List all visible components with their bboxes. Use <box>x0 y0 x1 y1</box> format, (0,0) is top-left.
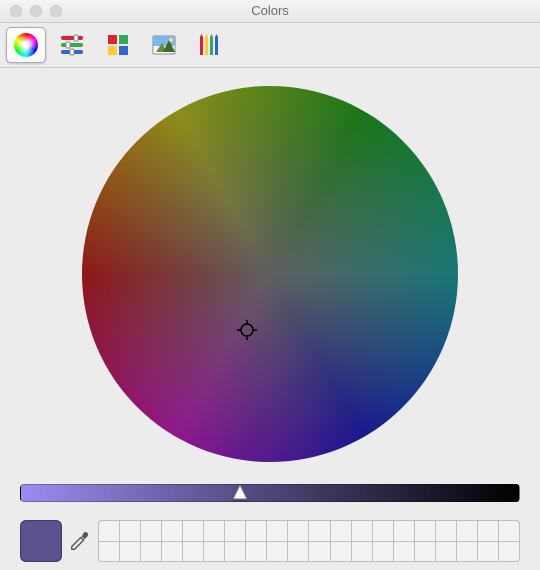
swatch-cell[interactable] <box>246 521 266 541</box>
tab-image-palettes[interactable] <box>144 27 184 63</box>
swatch-cell[interactable] <box>204 521 224 541</box>
swatch-cell[interactable] <box>225 521 245 541</box>
swatch-cell[interactable] <box>331 542 351 562</box>
swatch-cell[interactable] <box>246 542 266 562</box>
swatch-cell[interactable] <box>415 521 435 541</box>
swatch-cell[interactable] <box>225 542 245 562</box>
titlebar: Colors <box>0 0 540 23</box>
swatch-cell[interactable] <box>183 542 203 562</box>
image-icon <box>152 33 176 57</box>
swatch-row <box>20 520 520 562</box>
minimize-window-button[interactable] <box>30 5 42 17</box>
swatch-cell[interactable] <box>162 542 182 562</box>
swatch-cell[interactable] <box>436 542 456 562</box>
swatch-cell[interactable] <box>352 521 372 541</box>
swatch-cell[interactable] <box>415 542 435 562</box>
picker-mode-toolbar <box>0 23 540 68</box>
sliders-icon <box>60 33 84 57</box>
current-color-swatch[interactable] <box>20 520 62 562</box>
tab-color-sliders[interactable] <box>52 27 92 63</box>
window-title: Colors <box>0 0 540 22</box>
swatch-cell[interactable] <box>309 542 329 562</box>
swatch-cell[interactable] <box>267 542 287 562</box>
tab-pencils[interactable] <box>190 27 230 63</box>
color-wheel-area <box>16 80 524 484</box>
tab-color-wheel[interactable] <box>6 27 46 63</box>
pencils-icon <box>198 33 222 57</box>
swatch-cell[interactable] <box>99 521 119 541</box>
content-area <box>0 68 540 570</box>
swatch-cell[interactable] <box>162 521 182 541</box>
zoom-window-button[interactable] <box>50 5 62 17</box>
swatch-cell[interactable] <box>99 542 119 562</box>
swatch-cell[interactable] <box>373 542 393 562</box>
swatch-cell[interactable] <box>499 521 519 541</box>
swatch-cell[interactable] <box>267 521 287 541</box>
swatch-cell[interactable] <box>478 542 498 562</box>
color-picker-window: { "title": "Colors", "tabs": [ {"id":"wh… <box>0 0 540 570</box>
swatch-cell[interactable] <box>120 542 140 562</box>
swatch-cell[interactable] <box>288 542 308 562</box>
swatch-cell[interactable] <box>120 521 140 541</box>
color-wheel[interactable] <box>82 86 458 462</box>
swatch-cell[interactable] <box>499 542 519 562</box>
close-window-button[interactable] <box>10 5 22 17</box>
tab-color-palettes[interactable] <box>98 27 138 63</box>
swatch-cell[interactable] <box>394 542 414 562</box>
swatch-cell[interactable] <box>373 521 393 541</box>
brightness-slider[interactable] <box>20 484 520 502</box>
swatch-cell[interactable] <box>141 542 161 562</box>
palettes-icon <box>106 33 130 57</box>
swatch-cell[interactable] <box>394 521 414 541</box>
swatch-cell[interactable] <box>183 521 203 541</box>
swatch-cell[interactable] <box>288 521 308 541</box>
eyedropper-button[interactable] <box>68 529 92 553</box>
swatch-cell[interactable] <box>457 542 477 562</box>
swatch-cell[interactable] <box>309 521 329 541</box>
brightness-slider-track <box>20 484 520 502</box>
swatch-cell[interactable] <box>436 521 456 541</box>
color-wheel-icon <box>14 33 38 57</box>
swatch-cell[interactable] <box>352 542 372 562</box>
swatch-cell[interactable] <box>331 521 351 541</box>
color-wheel-brightness-layer <box>82 86 458 462</box>
swatch-cell[interactable] <box>457 521 477 541</box>
window-controls <box>0 5 62 17</box>
swatch-cell[interactable] <box>478 521 498 541</box>
eyedropper-icon <box>69 530 91 552</box>
swatch-cell[interactable] <box>141 521 161 541</box>
saved-swatches-grid[interactable] <box>98 520 520 562</box>
swatch-cell[interactable] <box>204 542 224 562</box>
